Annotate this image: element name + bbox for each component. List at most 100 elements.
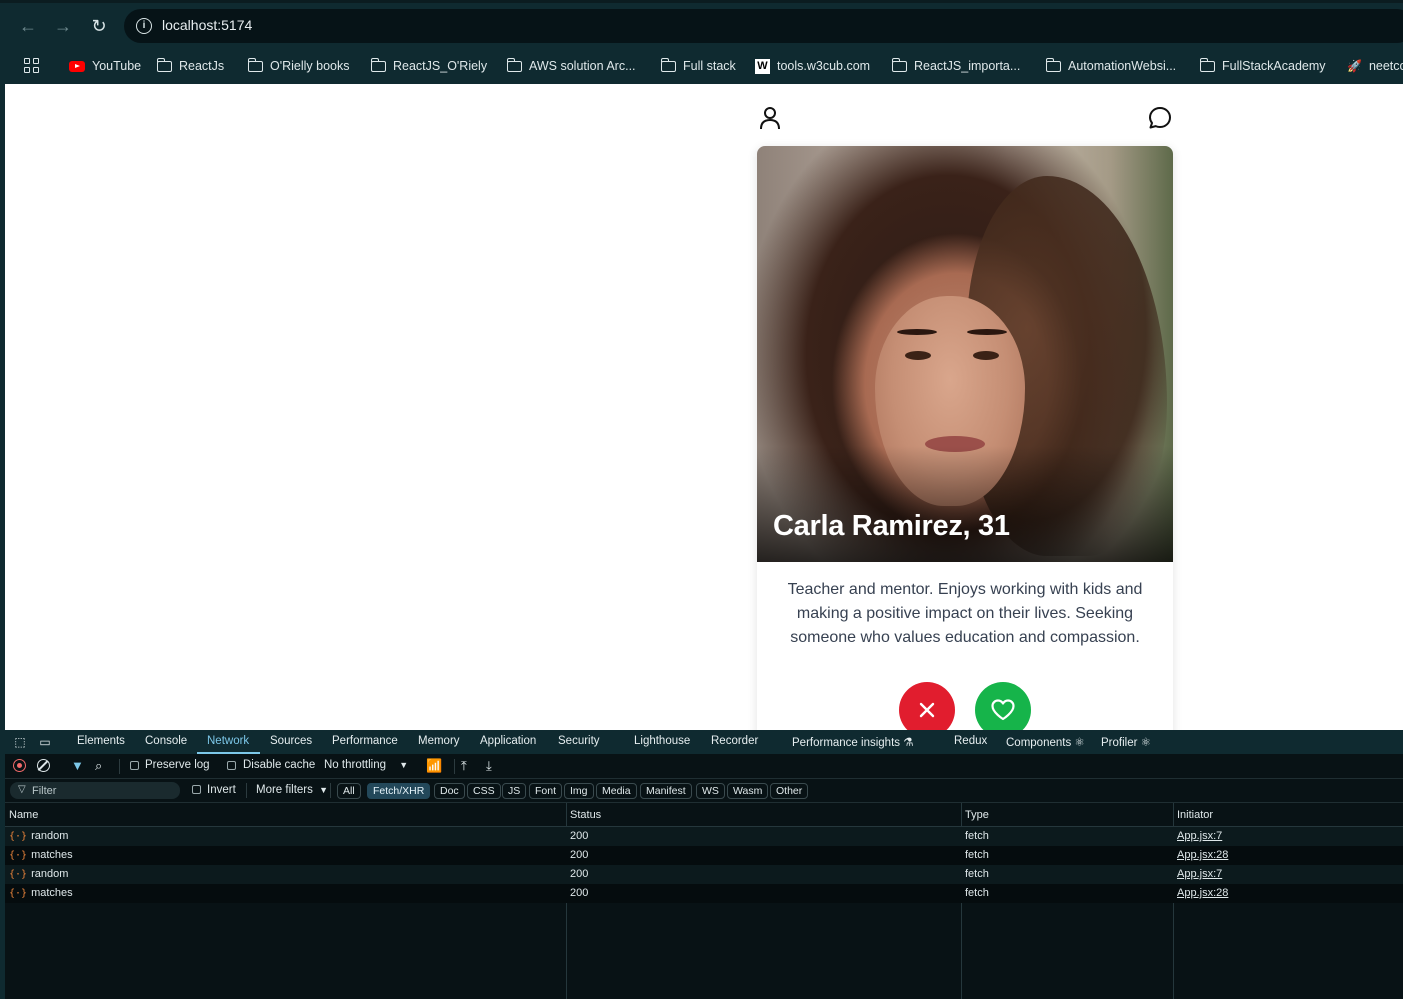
column-header-type[interactable]: Type: [965, 809, 989, 821]
bookmark-label: ReactJS_importa...: [914, 59, 1021, 73]
request-initiator-link[interactable]: App.jsx:7: [1177, 830, 1222, 842]
tab-recorder[interactable]: Recorder: [711, 735, 758, 747]
folder-icon: [506, 57, 522, 72]
preserve-log-checkbox[interactable]: [130, 761, 139, 770]
filter-chip-font[interactable]: Font: [529, 783, 563, 799]
request-name[interactable]: {·} matches: [9, 887, 73, 899]
inspect-element-icon[interactable]: ⬚: [13, 735, 27, 749]
forward-arrow-icon[interactable]: →: [51, 14, 75, 38]
disable-cache-label[interactable]: Disable cache: [243, 759, 315, 771]
request-status: 200: [570, 849, 589, 861]
tab-performance-insights[interactable]: Performance insights ⚗: [792, 735, 914, 749]
bookmark-reactjs[interactable]: ReactJs: [156, 56, 225, 76]
tab-redux[interactable]: Redux: [954, 735, 987, 747]
network-filter-bar: ▽ Invert More filters ▼ All Fetch/XHR Do…: [5, 779, 1403, 803]
search-icon[interactable]: ⌕: [95, 758, 102, 774]
request-type: fetch: [965, 830, 989, 842]
request-initiator-link[interactable]: App.jsx:7: [1177, 868, 1222, 880]
request-name[interactable]: {·} random: [9, 830, 68, 842]
bookmark-automation[interactable]: AutomationWebsi...: [1045, 56, 1177, 76]
like-button[interactable]: [975, 682, 1031, 730]
photo-brow: [967, 329, 1007, 335]
tab-security[interactable]: Security: [558, 735, 600, 747]
filter-chip-img[interactable]: Img: [564, 783, 594, 799]
react-atom-icon: ⚛: [1140, 737, 1151, 749]
bookmark-label: ReactJs: [179, 59, 225, 73]
tab-lighthouse[interactable]: Lighthouse: [634, 735, 690, 747]
upload-har-icon[interactable]: ⤒: [461, 758, 467, 774]
tab-profiler[interactable]: Profiler ⚛: [1101, 735, 1151, 749]
bookmark-label: O'Rielly books: [270, 59, 350, 73]
user-profile-icon[interactable]: [759, 106, 781, 130]
table-row[interactable]: {·} random 200 fetch App.jsx:7: [5, 827, 1403, 846]
device-toolbar-icon[interactable]: ▭: [38, 735, 52, 749]
table-row[interactable]: {·} matches 200 fetch App.jsx:28: [5, 884, 1403, 903]
column-header-status[interactable]: Status: [570, 809, 601, 821]
filter-chip-manifest[interactable]: Manifest: [640, 783, 692, 799]
filter-chip-media[interactable]: Media: [596, 783, 637, 799]
request-name[interactable]: {·} random: [9, 868, 68, 880]
bookmark-reactjs-oriely[interactable]: ReactJS_O'Riely: [370, 56, 487, 76]
tab-elements[interactable]: Elements: [77, 735, 125, 747]
bookmark-fullstackacademy[interactable]: FullStackAcademy: [1199, 56, 1326, 76]
record-stop-icon[interactable]: [13, 759, 26, 772]
filter-chip-ws[interactable]: WS: [696, 783, 725, 799]
filter-chip-fetch-xhr[interactable]: Fetch/XHR: [367, 783, 431, 799]
filter-funnel-icon[interactable]: ▼: [71, 758, 84, 773]
filter-input-wrapper[interactable]: ▽: [10, 782, 180, 799]
back-arrow-icon[interactable]: ←: [16, 14, 40, 38]
tab-sources[interactable]: Sources: [270, 735, 312, 747]
filter-funnel-icon: ▽: [18, 784, 26, 795]
filter-chip-css[interactable]: CSS: [467, 783, 501, 799]
bookmark-w3cub[interactable]: Wtools.w3cub.com: [755, 56, 870, 76]
reload-icon[interactable]: ↻: [87, 14, 111, 38]
filter-chip-js[interactable]: JS: [502, 783, 527, 799]
column-header-name[interactable]: Name: [9, 809, 38, 821]
bookmark-aws[interactable]: AWS solution Arc...: [506, 56, 636, 76]
tab-performance[interactable]: Performance: [332, 735, 398, 747]
chat-bubble-icon[interactable]: [1148, 106, 1172, 130]
request-initiator-link[interactable]: App.jsx:28: [1177, 849, 1228, 861]
profile-card[interactable]: Carla Ramirez, 31 Teacher and mentor. En…: [757, 146, 1173, 730]
bookmark-youtube[interactable]: YouTube: [69, 56, 141, 76]
w3cub-icon: W: [755, 58, 770, 74]
tab-network[interactable]: Network: [207, 735, 249, 747]
disable-cache-checkbox[interactable]: [227, 761, 236, 770]
tab-application[interactable]: Application: [480, 735, 536, 747]
request-initiator-link[interactable]: App.jsx:28: [1177, 887, 1228, 899]
invert-label[interactable]: Invert: [207, 784, 236, 796]
folder-icon: [370, 57, 386, 72]
bookmark-reactjs-important[interactable]: ReactJS_importa...: [891, 56, 1021, 76]
bookmarks-bar: YouTube ReactJs O'Rielly books ReactJS_O…: [0, 54, 1403, 78]
column-header-initiator[interactable]: Initiator: [1177, 809, 1213, 821]
bookmark-full-stack[interactable]: Full stack: [660, 56, 736, 76]
table-row[interactable]: {·} random 200 fetch App.jsx:7: [5, 865, 1403, 884]
request-type: fetch: [965, 887, 989, 899]
bookmark-neetcode[interactable]: 🚀 neetco: [1347, 56, 1403, 76]
tab-components[interactable]: Components ⚛: [1006, 735, 1085, 749]
filter-chip-wasm[interactable]: Wasm: [727, 783, 769, 799]
filter-chip-other[interactable]: Other: [770, 783, 809, 799]
tab-console[interactable]: Console: [145, 735, 187, 747]
filter-input[interactable]: [32, 783, 172, 798]
filter-chip-doc[interactable]: Doc: [434, 783, 465, 799]
download-har-icon[interactable]: ⤓: [486, 758, 492, 774]
address-bar[interactable]: i localhost:5174: [124, 9, 1403, 43]
request-name-text: matches: [31, 887, 73, 899]
request-name[interactable]: {·} matches: [9, 849, 73, 861]
throttling-select[interactable]: No throttling ▼: [324, 759, 408, 771]
table-row[interactable]: {·} matches 200 fetch App.jsx:28: [5, 846, 1403, 865]
bookmark-label: AutomationWebsi...: [1068, 59, 1177, 73]
invert-checkbox[interactable]: [192, 785, 201, 794]
filter-chip-all[interactable]: All: [337, 783, 361, 799]
more-filters-dropdown[interactable]: More filters ▼: [256, 784, 328, 796]
bookmark-orielly-books[interactable]: O'Rielly books: [247, 56, 350, 76]
network-conditions-icon[interactable]: 📶: [426, 758, 442, 774]
photo-gradient-overlay: [757, 446, 1173, 562]
clear-log-icon[interactable]: [37, 759, 50, 772]
tab-memory[interactable]: Memory: [418, 735, 460, 747]
preserve-log-label[interactable]: Preserve log: [145, 759, 210, 771]
address-url[interactable]: localhost:5174: [162, 17, 252, 33]
site-info-icon[interactable]: i: [136, 18, 152, 34]
reject-button[interactable]: [899, 682, 955, 730]
